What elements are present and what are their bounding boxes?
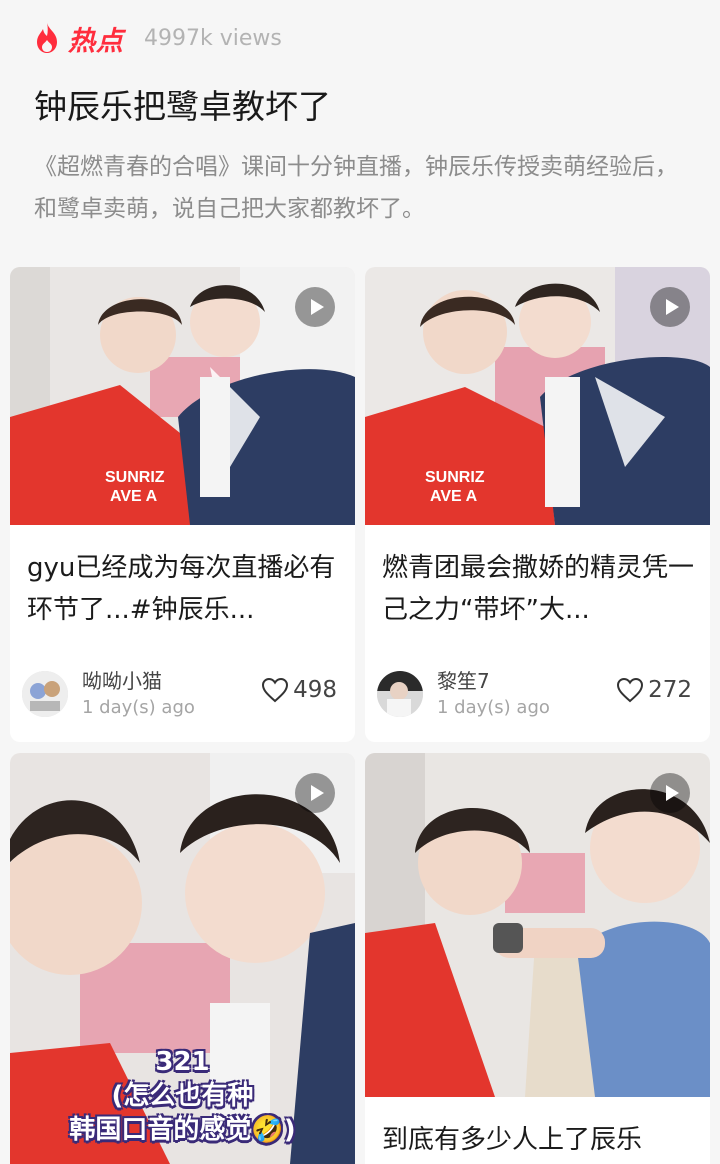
author-row: 呦呦小猫 1 day(s) ago 498 bbox=[22, 667, 343, 719]
svg-text:AVE A: AVE A bbox=[110, 488, 158, 505]
author-name[interactable]: 黎笙7 bbox=[437, 665, 490, 694]
hot-label: 热点 bbox=[68, 25, 124, 57]
like-button[interactable]: 272 bbox=[616, 677, 692, 703]
svg-text:SUNRIZ: SUNRIZ bbox=[425, 469, 485, 486]
play-icon[interactable] bbox=[295, 773, 335, 813]
heart-icon bbox=[262, 677, 289, 703]
avatar-image bbox=[22, 671, 68, 717]
card-title[interactable]: 燃青团最会撒娇的精灵凭一己之力“带坏”大... bbox=[382, 547, 700, 631]
video-thumbnail[interactable]: SUNRIZ AVE A bbox=[10, 267, 355, 525]
svg-text:SUNRIZ: SUNRIZ bbox=[105, 469, 165, 486]
avatar[interactable] bbox=[377, 671, 423, 717]
svg-text:AVE A: AVE A bbox=[430, 488, 478, 505]
topic-title[interactable]: 钟辰乐把鹭卓教坏了 bbox=[34, 80, 331, 128]
play-icon[interactable] bbox=[295, 287, 335, 327]
caption-line: (怎么也有种 bbox=[111, 1081, 254, 1111]
avatar[interactable] bbox=[22, 671, 68, 717]
like-button[interactable]: 498 bbox=[261, 677, 337, 703]
avatar-image bbox=[377, 671, 423, 717]
heart-icon bbox=[617, 677, 644, 703]
caption-line: 韩国口音的感觉🤣) bbox=[69, 1115, 296, 1145]
post-time: 1 day(s) ago bbox=[437, 697, 550, 718]
card-title[interactable]: 到底有多少人上了辰乐 bbox=[382, 1119, 700, 1161]
like-count: 498 bbox=[293, 677, 337, 703]
video-thumbnail[interactable]: SUNRIZ AVE A bbox=[365, 267, 710, 525]
video-thumbnail[interactable] bbox=[365, 753, 710, 1097]
post-time: 1 day(s) ago bbox=[82, 697, 195, 718]
flame-icon bbox=[37, 23, 57, 53]
play-icon[interactable] bbox=[650, 773, 690, 813]
caption-line: 321 bbox=[155, 1047, 210, 1077]
like-count: 272 bbox=[648, 677, 692, 703]
video-card[interactable]: 321 (怎么也有种 韩国口音的感觉🤣) bbox=[10, 753, 355, 1164]
video-card[interactable]: SUNRIZ AVE A 燃青团最会撒娇的精灵凭一己之力“带坏”大... 黎笙7… bbox=[365, 267, 710, 742]
play-icon[interactable] bbox=[650, 287, 690, 327]
video-card[interactable]: SUNRIZ AVE A gyu已经成为每次直播必有环节了...#钟辰乐... … bbox=[10, 267, 355, 742]
video-card[interactable]: 到底有多少人上了辰乐 bbox=[365, 753, 710, 1164]
video-caption: 321 (怎么也有种 韩国口音的感觉🤣) bbox=[10, 1045, 355, 1147]
author-row: 黎笙7 1 day(s) ago 272 bbox=[377, 667, 698, 719]
author-name[interactable]: 呦呦小猫 bbox=[82, 665, 162, 694]
hot-row: 热点 4997k views bbox=[34, 20, 282, 57]
card-title[interactable]: gyu已经成为每次直播必有环节了...#钟辰乐... bbox=[27, 547, 345, 631]
video-thumbnail[interactable]: 321 (怎么也有种 韩国口音的感觉🤣) bbox=[10, 753, 355, 1164]
view-count: 4997k views bbox=[144, 25, 282, 51]
topic-header: 热点 4997k views 钟辰乐把鹭卓教坏了 《超燃青春的合唱》课间十分钟直… bbox=[0, 0, 720, 258]
topic-description: 《超燃青春的合唱》课间十分钟直播，钟辰乐传授卖萌经验后，和鹭卓卖萌，说自己把大家… bbox=[34, 154, 678, 222]
